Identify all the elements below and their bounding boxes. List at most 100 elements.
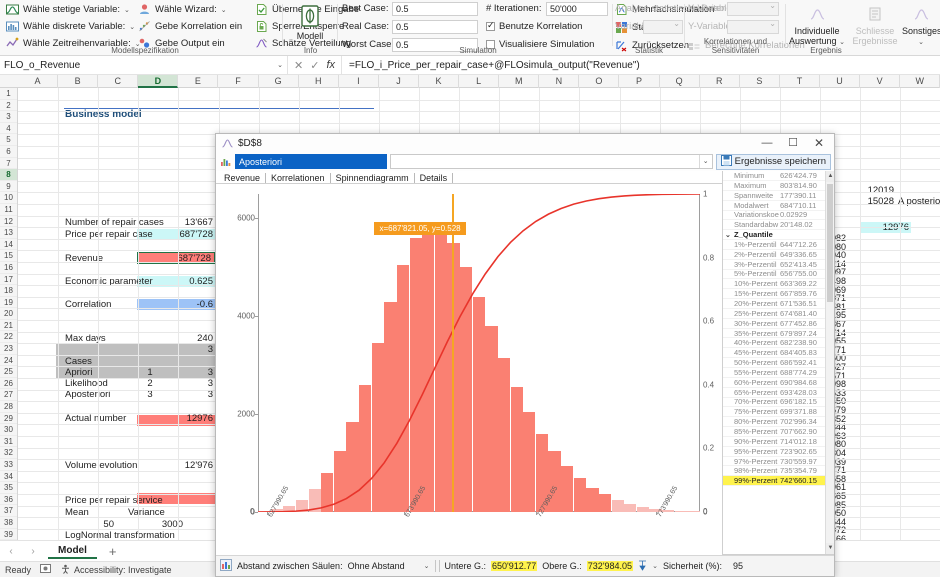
histogram-bar[interactable]: [636, 506, 650, 512]
property-row[interactable]: 30%-Perzent 677'452.86: [723, 319, 834, 329]
property-row[interactable]: 10%-Perzent 663'369.22: [723, 279, 834, 290]
row-header-23[interactable]: 23: [0, 343, 17, 355]
ribbon-item-waehle-stetige-variable[interactable]: Wähle stetige Variable: ⌄: [6, 3, 130, 16]
histogram-bar[interactable]: [422, 223, 435, 512]
model-button[interactable]: Modell: [287, 2, 333, 41]
histogram-bar[interactable]: [409, 238, 422, 512]
use-correlation-checkbox[interactable]: Benutze Korrelation: [486, 20, 582, 32]
property-row[interactable]: 70%-Perzent 696'182.15: [723, 397, 834, 408]
row-header-36[interactable]: 36: [0, 494, 17, 506]
add-sheet-button[interactable]: +: [97, 544, 129, 559]
accessibility-status[interactable]: Accessibility: Investigate: [60, 564, 172, 576]
scroll-down-icon[interactable]: ▼: [826, 543, 834, 554]
row-header-5[interactable]: 5: [0, 134, 17, 146]
property-row[interactable]: 90%-Perzent 714'012.18: [723, 437, 834, 447]
histogram-bar[interactable]: [359, 384, 372, 512]
column-header-g[interactable]: G: [259, 75, 299, 88]
property-row[interactable]: Minimum 626'424.79: [723, 171, 834, 181]
y-variable-select[interactable]: [727, 19, 779, 34]
histogram-bar[interactable]: [523, 411, 536, 512]
row-header-28[interactable]: 28: [0, 401, 17, 413]
property-row[interactable]: Modalwert 684'710.11: [723, 201, 834, 211]
property-row[interactable]: 25%-Perzent 674'681.40: [723, 309, 834, 319]
property-row[interactable]: 75%-Perzent 699'371.88: [723, 407, 834, 418]
row-header-13[interactable]: 13: [0, 227, 17, 239]
property-row[interactable]: 95%-Perzent 723'902.65: [723, 447, 834, 457]
iterations-input[interactable]: 50'000: [546, 2, 608, 16]
histogram-bar[interactable]: [460, 267, 473, 512]
histogram-bar[interactable]: [308, 489, 321, 512]
chevron-down-icon[interactable]: ⌄: [129, 23, 135, 31]
row-header-20[interactable]: 20: [0, 308, 17, 320]
row-header-16[interactable]: 16: [0, 262, 17, 274]
prev-sheet-button[interactable]: ‹: [0, 546, 22, 557]
row-header-27[interactable]: 27: [0, 389, 17, 402]
column-header-v[interactable]: V: [860, 75, 901, 88]
column-header-s[interactable]: S: [740, 75, 780, 88]
row-header-30[interactable]: 30: [0, 424, 17, 436]
row-header-35[interactable]: 35: [0, 482, 17, 494]
flo-tab-details[interactable]: Details: [415, 173, 454, 183]
cancel-formula-icon[interactable]: ✕: [294, 59, 303, 72]
confirm-formula-icon[interactable]: ✓: [310, 59, 319, 72]
row-header-1[interactable]: 1: [0, 88, 17, 100]
schliesse-ergebnisse-button[interactable]: Schliesse Ergebnisse: [850, 4, 900, 46]
property-row[interactable]: 99%-Perzent 742'660.15: [723, 476, 834, 487]
chevron-down-icon[interactable]: ⌄: [124, 6, 130, 14]
properties-panel[interactable]: ⌄MC FLOAnzahl Säule35VersionMC FLO, Vers…: [722, 171, 834, 554]
marker-line[interactable]: [452, 194, 454, 512]
lower-bound-value[interactable]: 650'912.77: [491, 561, 538, 571]
statistics-variable-select[interactable]: [643, 19, 683, 34]
row-header-19[interactable]: 19: [0, 297, 17, 309]
flo-tab-revenue[interactable]: Revenue: [219, 173, 267, 183]
row-header-2[interactable]: 2: [0, 100, 17, 112]
column-header-i[interactable]: I: [339, 75, 379, 88]
sheet-tab-model[interactable]: Model: [48, 543, 97, 559]
column-header-r[interactable]: R: [700, 75, 740, 88]
ribbon-item-gebe-korrelation-ein[interactable]: Gebe Korrelation ein: [138, 20, 242, 33]
column-header-e[interactable]: E: [178, 75, 219, 88]
column-header-h[interactable]: H: [299, 75, 339, 88]
property-row[interactable]: Maximum 803'814.90: [723, 181, 834, 191]
property-row[interactable]: 2%-Perzentil 649'336.65: [723, 250, 834, 260]
histogram-bar[interactable]: [687, 511, 700, 512]
flo-title-bar[interactable]: $D$8 — ☐ ✕: [216, 134, 834, 152]
variable-select[interactable]: ⌄: [390, 154, 713, 169]
row-header-3[interactable]: 3: [0, 111, 17, 123]
property-row[interactable]: Spannweite 177'390.11: [723, 191, 834, 201]
x-variable-select[interactable]: [727, 1, 779, 16]
row-header-38[interactable]: 38: [0, 517, 17, 529]
histogram-bar[interactable]: [573, 477, 586, 512]
scroll-up-icon[interactable]: ▲: [826, 171, 834, 182]
histogram-bar[interactable]: [624, 503, 637, 512]
flo-tab-spinnendiagramm[interactable]: Spinnendiagramm: [331, 173, 415, 183]
row-header-21[interactable]: 21: [0, 320, 17, 332]
row-header-6[interactable]: 6: [0, 146, 17, 158]
property-row[interactable]: 40%-Perzent 682'238.90: [723, 338, 834, 349]
row-header-14[interactable]: 14: [0, 239, 17, 251]
histogram-plot[interactable]: 0 2000 4000 6000 0 0.2 0.4 0.6 0.8 1 x=687'821.05,…: [237, 190, 714, 519]
property-row[interactable]: 20%-Perzent 671'536.51: [723, 299, 834, 309]
row-header-15[interactable]: 15: [0, 250, 17, 262]
property-row[interactable]: 35%-Perzent 679'897.24: [723, 329, 834, 339]
property-row[interactable]: 45%-Perzent 684'405.83: [723, 348, 834, 359]
histogram-bar[interactable]: [674, 510, 687, 512]
histogram-bar[interactable]: [346, 421, 359, 512]
row-header-7[interactable]: 7: [0, 158, 17, 170]
sort-icon[interactable]: [638, 560, 647, 573]
individuelle-auswertung-button[interactable]: Individuelle Auswertung ⌄: [788, 4, 846, 46]
column-header-n[interactable]: N: [539, 75, 580, 88]
histogram-bar[interactable]: [510, 387, 523, 512]
row-header-26[interactable]: 26: [0, 378, 17, 390]
column-header-j[interactable]: J: [379, 75, 419, 88]
row-header-24[interactable]: 24: [0, 355, 17, 367]
maximize-icon[interactable]: ☐: [780, 135, 806, 152]
insert-function-icon[interactable]: fx: [326, 59, 335, 71]
histogram-bar[interactable]: [611, 499, 624, 512]
close-icon[interactable]: ✕: [806, 135, 832, 152]
row-header-9[interactable]: 9: [0, 181, 17, 193]
histogram-bar[interactable]: [333, 450, 346, 512]
column-header-l[interactable]: L: [459, 75, 500, 88]
property-row[interactable]: 98%-Perzent 735'354.79: [723, 466, 834, 477]
property-row[interactable]: 85%-Perzent 707'662.90: [723, 427, 834, 437]
